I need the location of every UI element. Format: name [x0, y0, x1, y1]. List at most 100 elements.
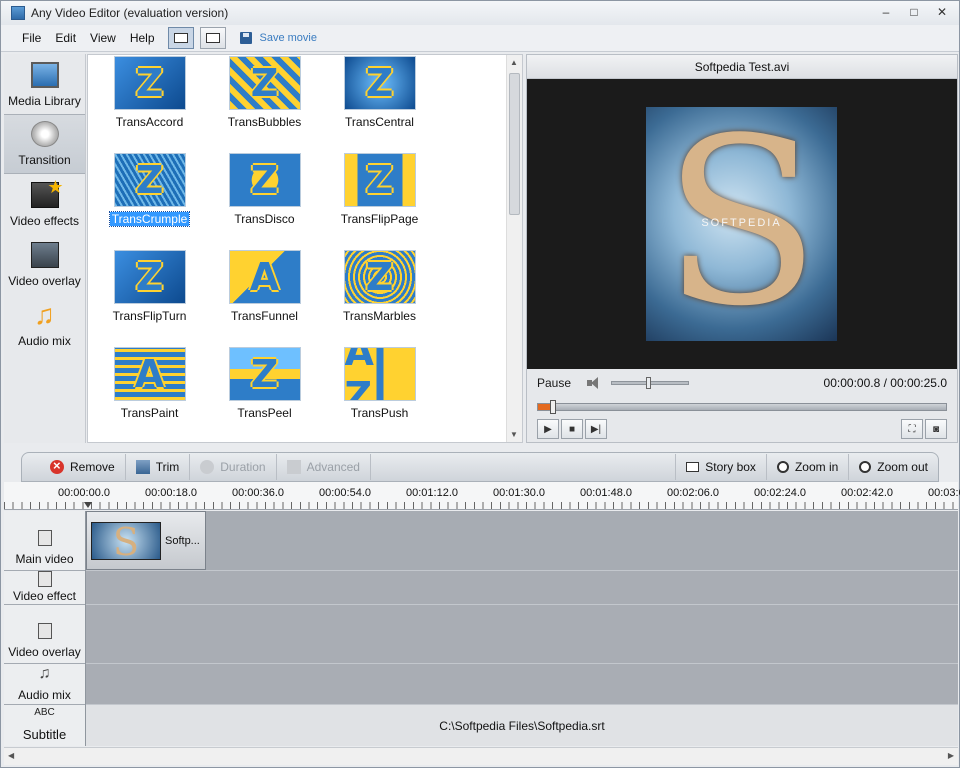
transition-label: TransFlipPage: [340, 212, 419, 226]
track-video-overlay[interactable]: [86, 605, 958, 664]
window-title: Any Video Editor (evaluation version): [31, 6, 229, 20]
transition-gallery: Z TransAccord Z TransBubbles Z TransCentral Z T…: [87, 54, 523, 443]
next-frame-button[interactable]: ▶|: [585, 419, 607, 439]
menu-view[interactable]: View: [83, 31, 123, 45]
play-button[interactable]: ▶: [537, 419, 559, 439]
remove-button[interactable]: Remove: [40, 454, 126, 480]
timeline-scrollbar[interactable]: ◀ ▶: [4, 747, 958, 765]
transition-item[interactable]: Z TransBubbles: [207, 55, 322, 152]
transition-thumbnail: Z: [113, 153, 186, 207]
zoom-in-button[interactable]: Zoom in: [767, 454, 850, 480]
minimize-button[interactable]: ‒: [879, 5, 893, 19]
sidebar-item-label: Audio mix: [18, 334, 71, 348]
stop-button[interactable]: ■: [561, 419, 583, 439]
menu-help[interactable]: Help: [123, 31, 162, 45]
transition-label: TransDisco: [234, 212, 295, 226]
track-video-effect[interactable]: [86, 571, 958, 605]
close-button[interactable]: ✕: [935, 5, 949, 19]
layout-view-button-2[interactable]: [199, 27, 226, 49]
track-headers: Main video Video effect Video overlay ♫ …: [4, 511, 86, 746]
track-header-video-overlay: Video overlay: [4, 605, 85, 664]
advanced-button[interactable]: Advanced: [277, 454, 371, 480]
zoom-in-label: Zoom in: [794, 460, 839, 474]
seek-knob[interactable]: [550, 400, 556, 414]
duration-button[interactable]: Duration: [190, 454, 277, 480]
sidebar-item-transition[interactable]: Transition: [4, 114, 85, 174]
sidebar-item-audio-mix[interactable]: ♫ Audio mix: [4, 294, 85, 354]
transition-label: TransMarbles: [343, 309, 416, 323]
track-main-video[interactable]: Softp...: [86, 511, 958, 571]
transition-thumbnail: Z: [228, 56, 301, 110]
track-subtitle[interactable]: C:\Softpedia Files\Softpedia.srt: [86, 705, 958, 746]
floppy-disk-icon: [239, 32, 252, 44]
transition-thumbnail: Z: [343, 153, 416, 207]
transition-thumbnail: Z: [228, 347, 301, 401]
timeline-tracks: Softp... C:\Softpedia Files\Softpedia.sr…: [86, 511, 958, 746]
scrollbar-thumb[interactable]: [509, 73, 520, 215]
track-audio-mix[interactable]: [86, 664, 958, 705]
transition-item[interactable]: Z TransFlipPage: [322, 152, 437, 249]
snapshot-button[interactable]: ◙: [925, 419, 947, 439]
ruler-tick-label: 00:02:42.0: [841, 487, 893, 499]
track-header-audio-mix: ♫ Audio mix: [4, 664, 85, 705]
transition-item[interactable]: A Z TransPush: [322, 346, 437, 442]
scroll-left-arrow-icon[interactable]: ◀: [8, 751, 14, 760]
transition-item[interactable]: A TransPaint: [92, 346, 207, 442]
storybox-button[interactable]: Story box: [675, 454, 767, 480]
speaker-icon[interactable]: [587, 377, 601, 389]
storybox-label: Story box: [705, 460, 756, 474]
transition-item[interactable]: Z TransPeel: [207, 346, 322, 442]
zoom-out-button[interactable]: Zoom out: [849, 454, 938, 480]
scroll-up-arrow-icon[interactable]: ▲: [510, 58, 518, 67]
transition-item[interactable]: Z TransFlipTurn: [92, 249, 207, 346]
ruler-tick-label: 00:00:18.0: [145, 487, 197, 499]
duration-label: Duration: [220, 460, 266, 474]
app-window: Any Video Editor (evaluation version) ‒ …: [0, 0, 960, 768]
film-strip-icon: [37, 530, 52, 546]
volume-slider[interactable]: [611, 377, 689, 389]
ruler-tick-label: 00:00:00.0: [58, 487, 110, 499]
ruler-tick-label: 00:03:00.0: [928, 487, 960, 499]
transition-item[interactable]: Z TransCrumple: [92, 152, 207, 249]
fullscreen-button[interactable]: ⛶: [901, 419, 923, 439]
transition-item[interactable]: Z TransDisco: [207, 152, 322, 249]
effects-star-icon: [30, 177, 64, 208]
gallery-scrollbar[interactable]: ▲ ▼: [506, 55, 522, 442]
zoom-out-label: Zoom out: [877, 460, 928, 474]
menu-edit[interactable]: Edit: [48, 31, 83, 45]
sidebar-item-label: Transition: [18, 153, 71, 167]
transition-label: TransCentral: [345, 115, 414, 129]
transition-item[interactable]: A TransFunnel: [207, 249, 322, 346]
advanced-label: Advanced: [306, 460, 360, 474]
track-label: Subtitle: [22, 727, 67, 742]
save-movie-button[interactable]: Save movie: [239, 32, 317, 44]
volume-knob[interactable]: [646, 377, 651, 389]
sidebar-item-video-effects[interactable]: Video effects: [4, 174, 85, 234]
transition-item[interactable]: Z TransMarbles: [322, 249, 437, 346]
ruler-tick-label: 00:01:48.0: [580, 487, 632, 499]
transition-item[interactable]: Z TransAccord: [92, 55, 207, 152]
video-frame: S SOFTPEDIA: [646, 107, 837, 341]
sidebar: Media Library Transition Video effects V…: [4, 54, 86, 443]
seek-bar[interactable]: [537, 400, 947, 414]
menu-file[interactable]: File: [15, 31, 48, 45]
playhead-marker[interactable]: [84, 502, 92, 508]
video-clip[interactable]: Softp...: [86, 511, 206, 570]
transition-thumbnail: Z: [228, 153, 301, 207]
sidebar-item-media-library[interactable]: Media Library: [4, 54, 85, 114]
scroll-right-arrow-icon[interactable]: ▶: [948, 751, 954, 760]
overlay-icon: [30, 242, 59, 268]
preview-filename: Softpedia Test.avi: [527, 55, 957, 79]
timeline-ruler[interactable]: 00:00:00.0 00:00:18.0 00:00:36.0 00:00:54.0…: [4, 482, 960, 510]
trim-button[interactable]: Trim: [126, 454, 191, 480]
track-header-video-effect: Video effect: [4, 571, 85, 605]
storybox-icon: [686, 462, 700, 472]
sidebar-item-video-overlay[interactable]: Video overlay: [4, 234, 85, 294]
layout-view-button-1[interactable]: [167, 27, 194, 49]
scroll-down-arrow-icon[interactable]: ▼: [510, 430, 518, 439]
maximize-button[interactable]: □: [907, 5, 921, 19]
stop-icon: ■: [568, 423, 576, 435]
subtitle-file-path: C:\Softpedia Files\Softpedia.srt: [439, 718, 605, 733]
video-screen[interactable]: S SOFTPEDIA: [527, 79, 957, 369]
transition-item[interactable]: Z TransCentral: [322, 55, 437, 152]
